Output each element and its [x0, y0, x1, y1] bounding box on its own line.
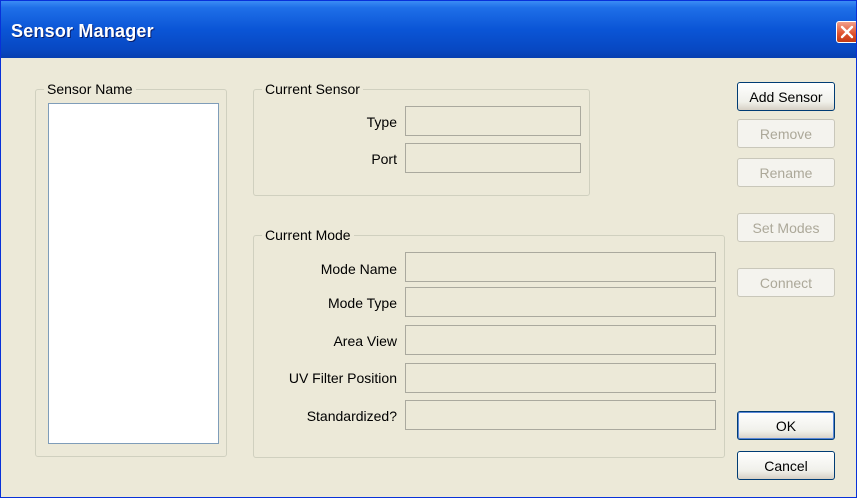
current-mode-group-label: Current Mode: [262, 227, 354, 243]
set-modes-button[interactable]: Set Modes: [737, 213, 835, 242]
title-bar[interactable]: Sensor Manager: [1, 1, 856, 58]
ok-button[interactable]: OK: [737, 411, 835, 440]
rename-button[interactable]: Rename: [737, 158, 835, 187]
standardized-label: Standardized?: [306, 408, 397, 424]
mode-name-field: [405, 252, 716, 282]
sensor-list[interactable]: [48, 103, 219, 444]
close-icon: [840, 25, 854, 39]
mode-name-label: Mode Name: [320, 261, 397, 277]
window-title: Sensor Manager: [11, 21, 154, 41]
close-button[interactable]: [836, 21, 856, 43]
sensor-name-group-label: Sensor Name: [44, 81, 136, 97]
current-sensor-group-label: Current Sensor: [262, 81, 363, 97]
uv-filter-position-label: UV Filter Position: [288, 370, 397, 386]
standardized-field: [405, 400, 716, 430]
sensor-manager-dialog: Sensor Manager Sensor Name Current Senso…: [0, 0, 857, 498]
add-sensor-button[interactable]: Add Sensor: [737, 82, 835, 111]
type-label: Type: [366, 114, 397, 130]
area-view-field: [405, 325, 716, 355]
cancel-button[interactable]: Cancel: [737, 451, 835, 480]
type-field: [405, 106, 581, 136]
uv-filter-position-field: [405, 363, 716, 393]
port-field: [405, 143, 581, 173]
connect-button[interactable]: Connect: [737, 268, 835, 297]
mode-type-label: Mode Type: [327, 295, 397, 311]
mode-type-field: [405, 287, 716, 317]
remove-button[interactable]: Remove: [737, 119, 835, 148]
area-view-label: Area View: [333, 333, 397, 349]
port-label: Port: [371, 151, 397, 167]
